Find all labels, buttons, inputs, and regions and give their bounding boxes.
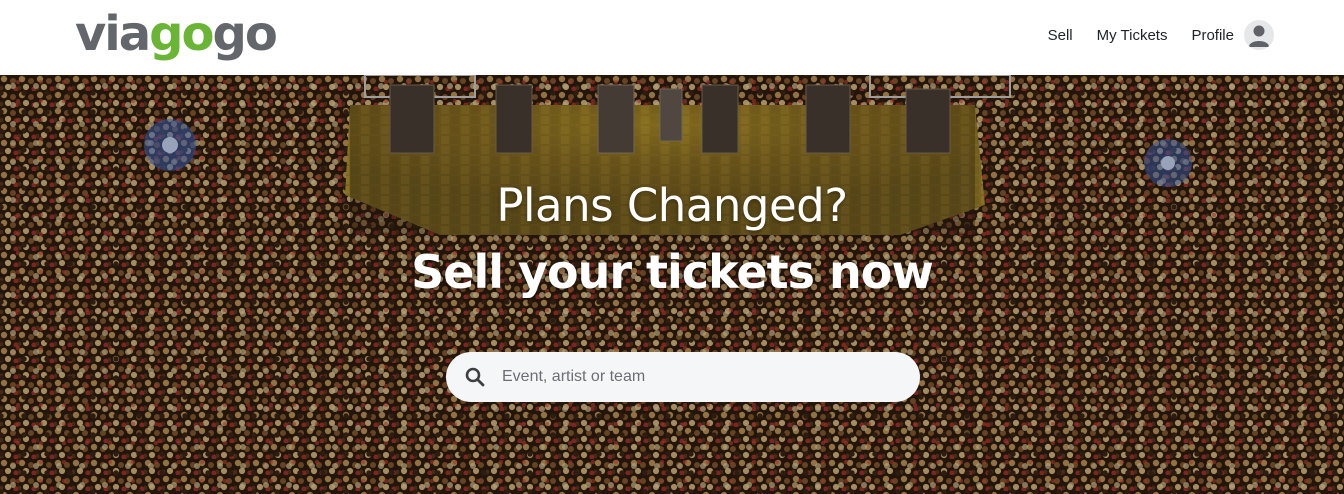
user-avatar-icon[interactable] (1244, 20, 1274, 50)
logo-text-go-green: go (149, 6, 214, 62)
nav-sell-link[interactable]: Sell (1048, 27, 1073, 44)
hero-title: Plans Changed? (496, 179, 848, 232)
nav-profile-label[interactable]: Profile (1191, 27, 1234, 44)
search-bar[interactable] (446, 352, 920, 402)
hero-banner: Plans Changed? Sell your tickets now (0, 75, 1344, 494)
logo-text-go: go (212, 6, 277, 62)
viagogo-logo[interactable]: viagogo (75, 6, 278, 62)
search-input[interactable] (502, 352, 902, 402)
profile-menu[interactable]: Profile (1191, 20, 1274, 50)
hero-subtitle: Sell your tickets now (411, 245, 934, 299)
top-nav: Sell My Tickets Profile (1048, 16, 1274, 54)
nav-my-tickets-link[interactable]: My Tickets (1097, 27, 1168, 44)
logo-text-via: via (75, 6, 151, 62)
search-icon[interactable] (465, 367, 485, 387)
site-header: viagogo Sell My Tickets Profile (0, 0, 1344, 75)
